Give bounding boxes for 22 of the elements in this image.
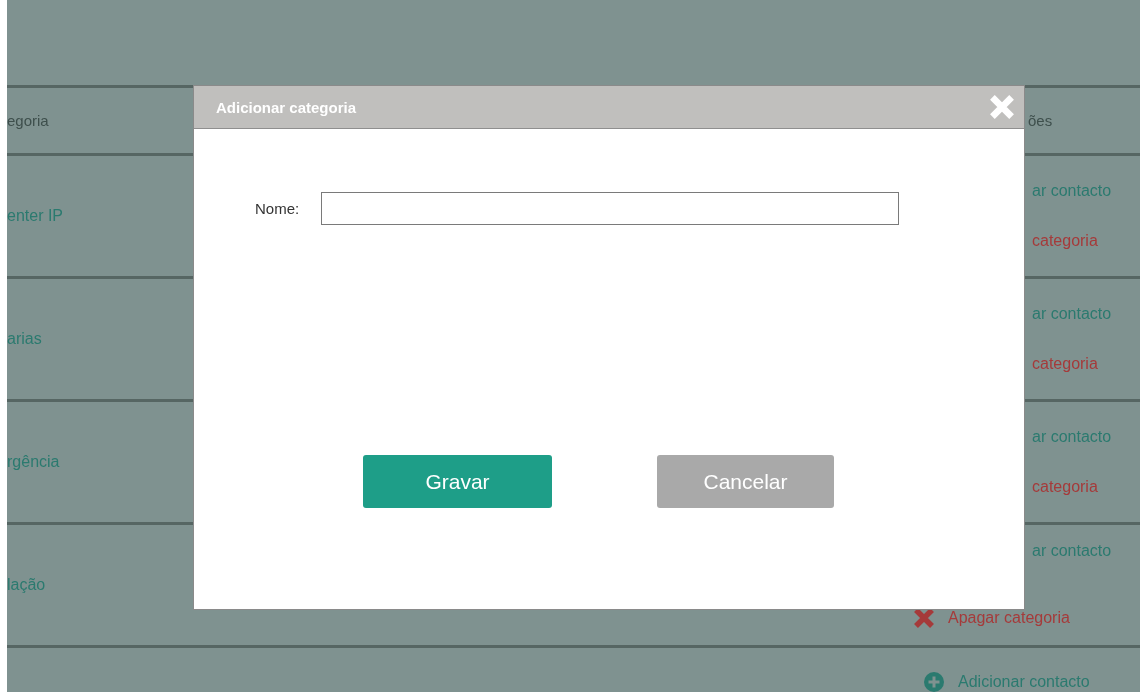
field-label: Nome: (255, 200, 300, 217)
action-link[interactable]: ar contacto (1032, 182, 1112, 200)
action-link[interactable]: ar contacto (1032, 428, 1112, 446)
name-input[interactable] (321, 192, 900, 225)
action-link[interactable]: categoria (1032, 355, 1098, 373)
x-icon (914, 608, 934, 628)
column-header: egoria (7, 112, 49, 129)
action-link[interactable]: categoria (1032, 478, 1098, 496)
delete-category-link[interactable]: Apagar categoria (914, 608, 1070, 628)
save-button[interactable]: Gravar (363, 455, 552, 508)
category-name: enter IP (7, 207, 64, 225)
add-contact-link[interactable]: Adicionar contacto (924, 671, 1090, 692)
category-name: rgência (7, 453, 60, 471)
close-icon (990, 95, 1014, 119)
dialog-title: Adicionar categoria (216, 98, 357, 116)
action-link[interactable]: ar contacto (1032, 305, 1112, 323)
category-name: lação (7, 576, 46, 594)
cancel-button[interactable]: Cancelar (657, 455, 834, 508)
action-link[interactable]: ar contacto (1032, 542, 1112, 560)
action-link[interactable]: categoria (1032, 232, 1098, 250)
category-name: arias (7, 330, 42, 348)
column-header: ões (1028, 112, 1053, 129)
